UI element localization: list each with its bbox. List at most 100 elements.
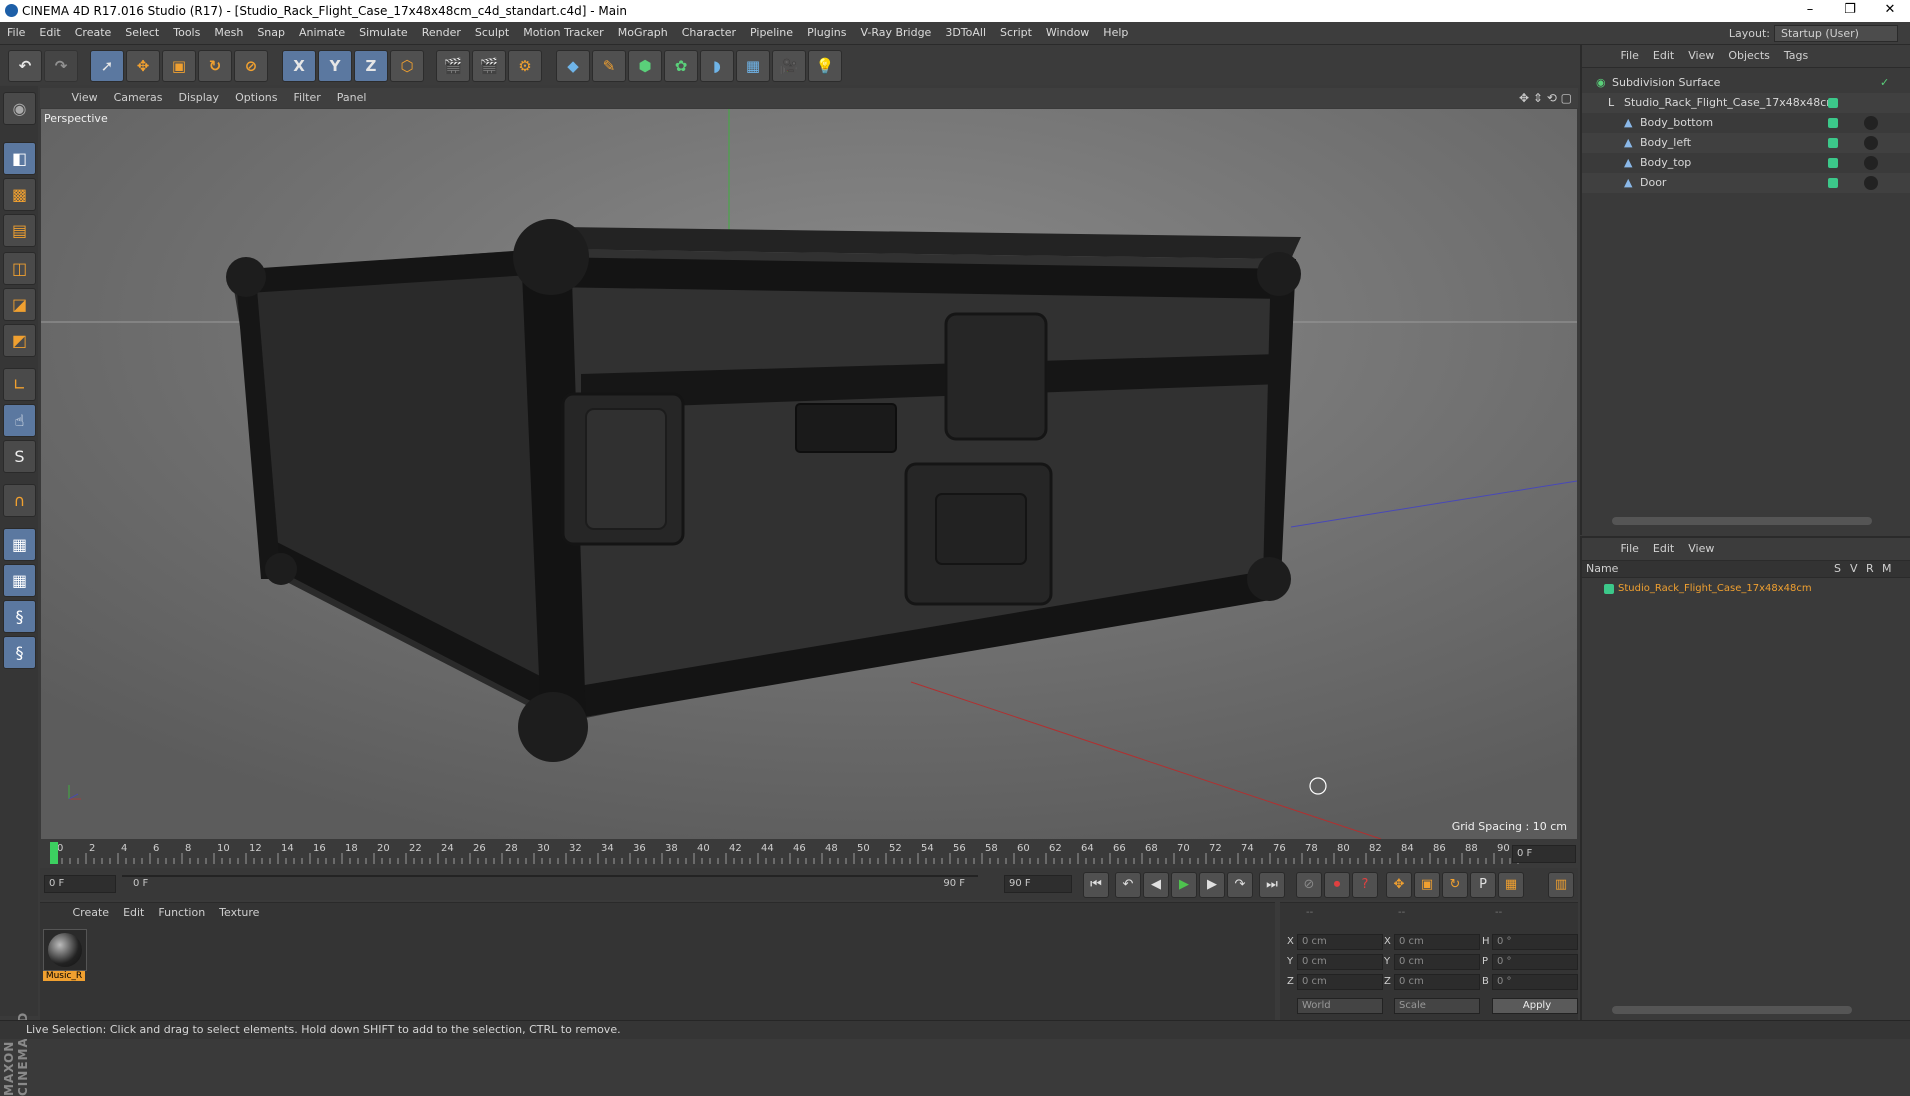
render-picture-viewer-icon[interactable]: 🎬 — [472, 50, 506, 82]
visibility-dot-icon[interactable] — [1828, 118, 1838, 128]
next-frame-icon[interactable]: ▶ — [1199, 872, 1225, 898]
viewport-menu-view[interactable]: View — [64, 88, 106, 108]
layer-horizontal-scrollbar[interactable] — [1612, 1006, 1852, 1014]
object-row-body-bottom[interactable]: ▲ Body_bottom — [1582, 113, 1910, 133]
material-tag-icon[interactable] — [1864, 176, 1878, 190]
key-position-icon[interactable]: ✥ — [1386, 872, 1412, 898]
live-selection-icon[interactable]: ➚ — [90, 50, 124, 82]
menu-create[interactable]: Create — [68, 22, 119, 44]
visibility-dot-icon[interactable] — [1828, 138, 1838, 148]
menu-vray-bridge[interactable]: V-Ray Bridge — [853, 22, 938, 44]
world-dropdown[interactable]: World — [1297, 998, 1383, 1014]
goto-end-icon[interactable]: ⏭ — [1259, 872, 1285, 898]
object-row-subdivision[interactable]: ◉ Subdivision Surface ✓ — [1582, 73, 1910, 93]
visibility-dot-icon[interactable] — [1828, 158, 1838, 168]
cloner-icon[interactable]: ✿ — [664, 50, 698, 82]
move-icon[interactable]: ✥ — [126, 50, 160, 82]
material-menu-create[interactable]: Create — [66, 903, 117, 923]
object-menu-view[interactable]: View — [1681, 45, 1721, 67]
object-row-flight-case[interactable]: L Studio_Rack_Flight_Case_17x48x48cm — [1582, 93, 1910, 113]
key-rotation-icon[interactable]: ↻ — [1442, 872, 1468, 898]
object-row-body-top[interactable]: ▲ Body_top — [1582, 153, 1910, 173]
autokey-icon[interactable]: ? — [1352, 872, 1378, 898]
magnet-icon[interactable]: ∩ — [3, 484, 36, 517]
size-y-field[interactable]: 0 cm — [1394, 954, 1480, 970]
material-tag-icon[interactable] — [1864, 116, 1878, 130]
light-icon[interactable]: 💡 — [808, 50, 842, 82]
workplane-lock-icon[interactable]: ▦ — [3, 528, 36, 561]
rotation-h-field[interactable]: 0 ° — [1492, 934, 1578, 950]
camera-icon[interactable]: 🎥 — [772, 50, 806, 82]
polygons-mode-icon[interactable]: ◩ — [3, 324, 36, 357]
subdivision-surface-icon[interactable]: ⬢ — [628, 50, 662, 82]
menu-motion-tracker[interactable]: Motion Tracker — [516, 22, 610, 44]
menu-plugins[interactable]: Plugins — [800, 22, 853, 44]
material-tag-icon[interactable] — [1864, 136, 1878, 150]
cube-object-icon[interactable]: ◆ — [556, 50, 590, 82]
viewport-nav-icons[interactable]: ✥ ⇕ ⟲ ▢ — [1519, 91, 1572, 105]
z-axis-lock-icon[interactable]: Z — [354, 50, 388, 82]
layer-menu-file[interactable]: File — [1614, 538, 1646, 560]
frame-range-slider[interactable]: 0 F 90 F — [122, 875, 978, 889]
material-tag-icon[interactable] — [1864, 156, 1878, 170]
workplane-align-icon[interactable]: ▦ — [3, 564, 36, 597]
material-menu-edit[interactable]: Edit — [116, 903, 151, 923]
x-axis-lock-icon[interactable]: X — [282, 50, 316, 82]
menu-help[interactable]: Help — [1096, 22, 1135, 44]
visibility-dot-icon[interactable] — [1828, 98, 1838, 108]
menu-animate[interactable]: Animate — [292, 22, 352, 44]
viewport-menu-filter[interactable]: Filter — [286, 88, 329, 108]
coordinate-system-icon[interactable]: ⬡ — [390, 50, 424, 82]
axis-mode-icon[interactable]: ∟ — [3, 368, 36, 401]
snapping-icon[interactable]: S — [3, 440, 36, 473]
material-item[interactable]: Music_R — [43, 929, 87, 981]
menu-mesh[interactable]: Mesh — [207, 22, 250, 44]
motion-record-icon[interactable]: ⊘ — [1296, 872, 1322, 898]
menu-3dtoall[interactable]: 3DToAll — [938, 22, 993, 44]
viewport-menu-cameras[interactable]: Cameras — [106, 88, 171, 108]
object-row-door[interactable]: ▲ Door — [1582, 173, 1910, 193]
scale-dropdown[interactable]: Scale — [1394, 998, 1480, 1014]
viewport-menu-display[interactable]: Display — [171, 88, 228, 108]
timeline-window-icon[interactable]: ▥ — [1548, 872, 1574, 898]
menu-window[interactable]: Window — [1039, 22, 1096, 44]
y-axis-lock-icon[interactable]: Y — [318, 50, 352, 82]
spline-pen-icon[interactable]: ✎ — [592, 50, 626, 82]
playhead-marker[interactable] — [50, 842, 58, 864]
layer-menu-edit[interactable]: Edit — [1646, 538, 1681, 560]
start-frame-field[interactable]: 0 F — [44, 875, 116, 893]
points-mode-icon[interactable]: ◫ — [3, 252, 36, 285]
edges-mode-icon[interactable]: ◪ — [3, 288, 36, 321]
floor-scene-icon[interactable]: ▦ — [736, 50, 770, 82]
3d-viewport[interactable]: Perspective Grid Spacing : 10 cm — [41, 109, 1577, 839]
texture-mode-icon[interactable]: ▩ — [3, 178, 36, 211]
minimize-button[interactable]: – — [1790, 2, 1830, 17]
check-icon[interactable]: ✓ — [1880, 73, 1889, 93]
menu-select[interactable]: Select — [118, 22, 166, 44]
rotate-icon[interactable]: ↻ — [198, 50, 232, 82]
tweak-mode-icon[interactable]: ☝ — [3, 404, 36, 437]
position-x-field[interactable]: 0 cm — [1297, 934, 1383, 950]
menu-simulate[interactable]: Simulate — [352, 22, 415, 44]
render-settings-icon[interactable]: ⚙ — [508, 50, 542, 82]
menu-render[interactable]: Render — [415, 22, 468, 44]
material-menu-texture[interactable]: Texture — [212, 903, 266, 923]
record-active-icon[interactable]: ⏺ — [1324, 872, 1350, 898]
position-y-field[interactable]: 0 cm — [1297, 954, 1383, 970]
restore-button[interactable]: ❐ — [1830, 2, 1870, 17]
close-button[interactable]: ✕ — [1870, 2, 1910, 17]
next-keyframe-icon[interactable]: ↷ — [1227, 872, 1253, 898]
material-menu-function[interactable]: Function — [151, 903, 212, 923]
size-z-field[interactable]: 0 cm — [1394, 974, 1480, 990]
material-name[interactable]: Music_R — [43, 971, 85, 981]
play-icon[interactable]: ▶ — [1171, 872, 1197, 898]
rotation-p-field[interactable]: 0 ° — [1492, 954, 1578, 970]
object-horizontal-scrollbar[interactable] — [1612, 517, 1872, 525]
menu-snap[interactable]: Snap — [250, 22, 292, 44]
goto-start-icon[interactable]: ⏮ — [1083, 872, 1109, 898]
object-menu-objects[interactable]: Objects — [1721, 45, 1777, 67]
menu-sculpt[interactable]: Sculpt — [468, 22, 516, 44]
render-view-icon[interactable]: 🎬 — [436, 50, 470, 82]
end-frame-field[interactable]: 90 F — [1004, 875, 1072, 893]
apply-button[interactable]: Apply — [1492, 998, 1578, 1014]
